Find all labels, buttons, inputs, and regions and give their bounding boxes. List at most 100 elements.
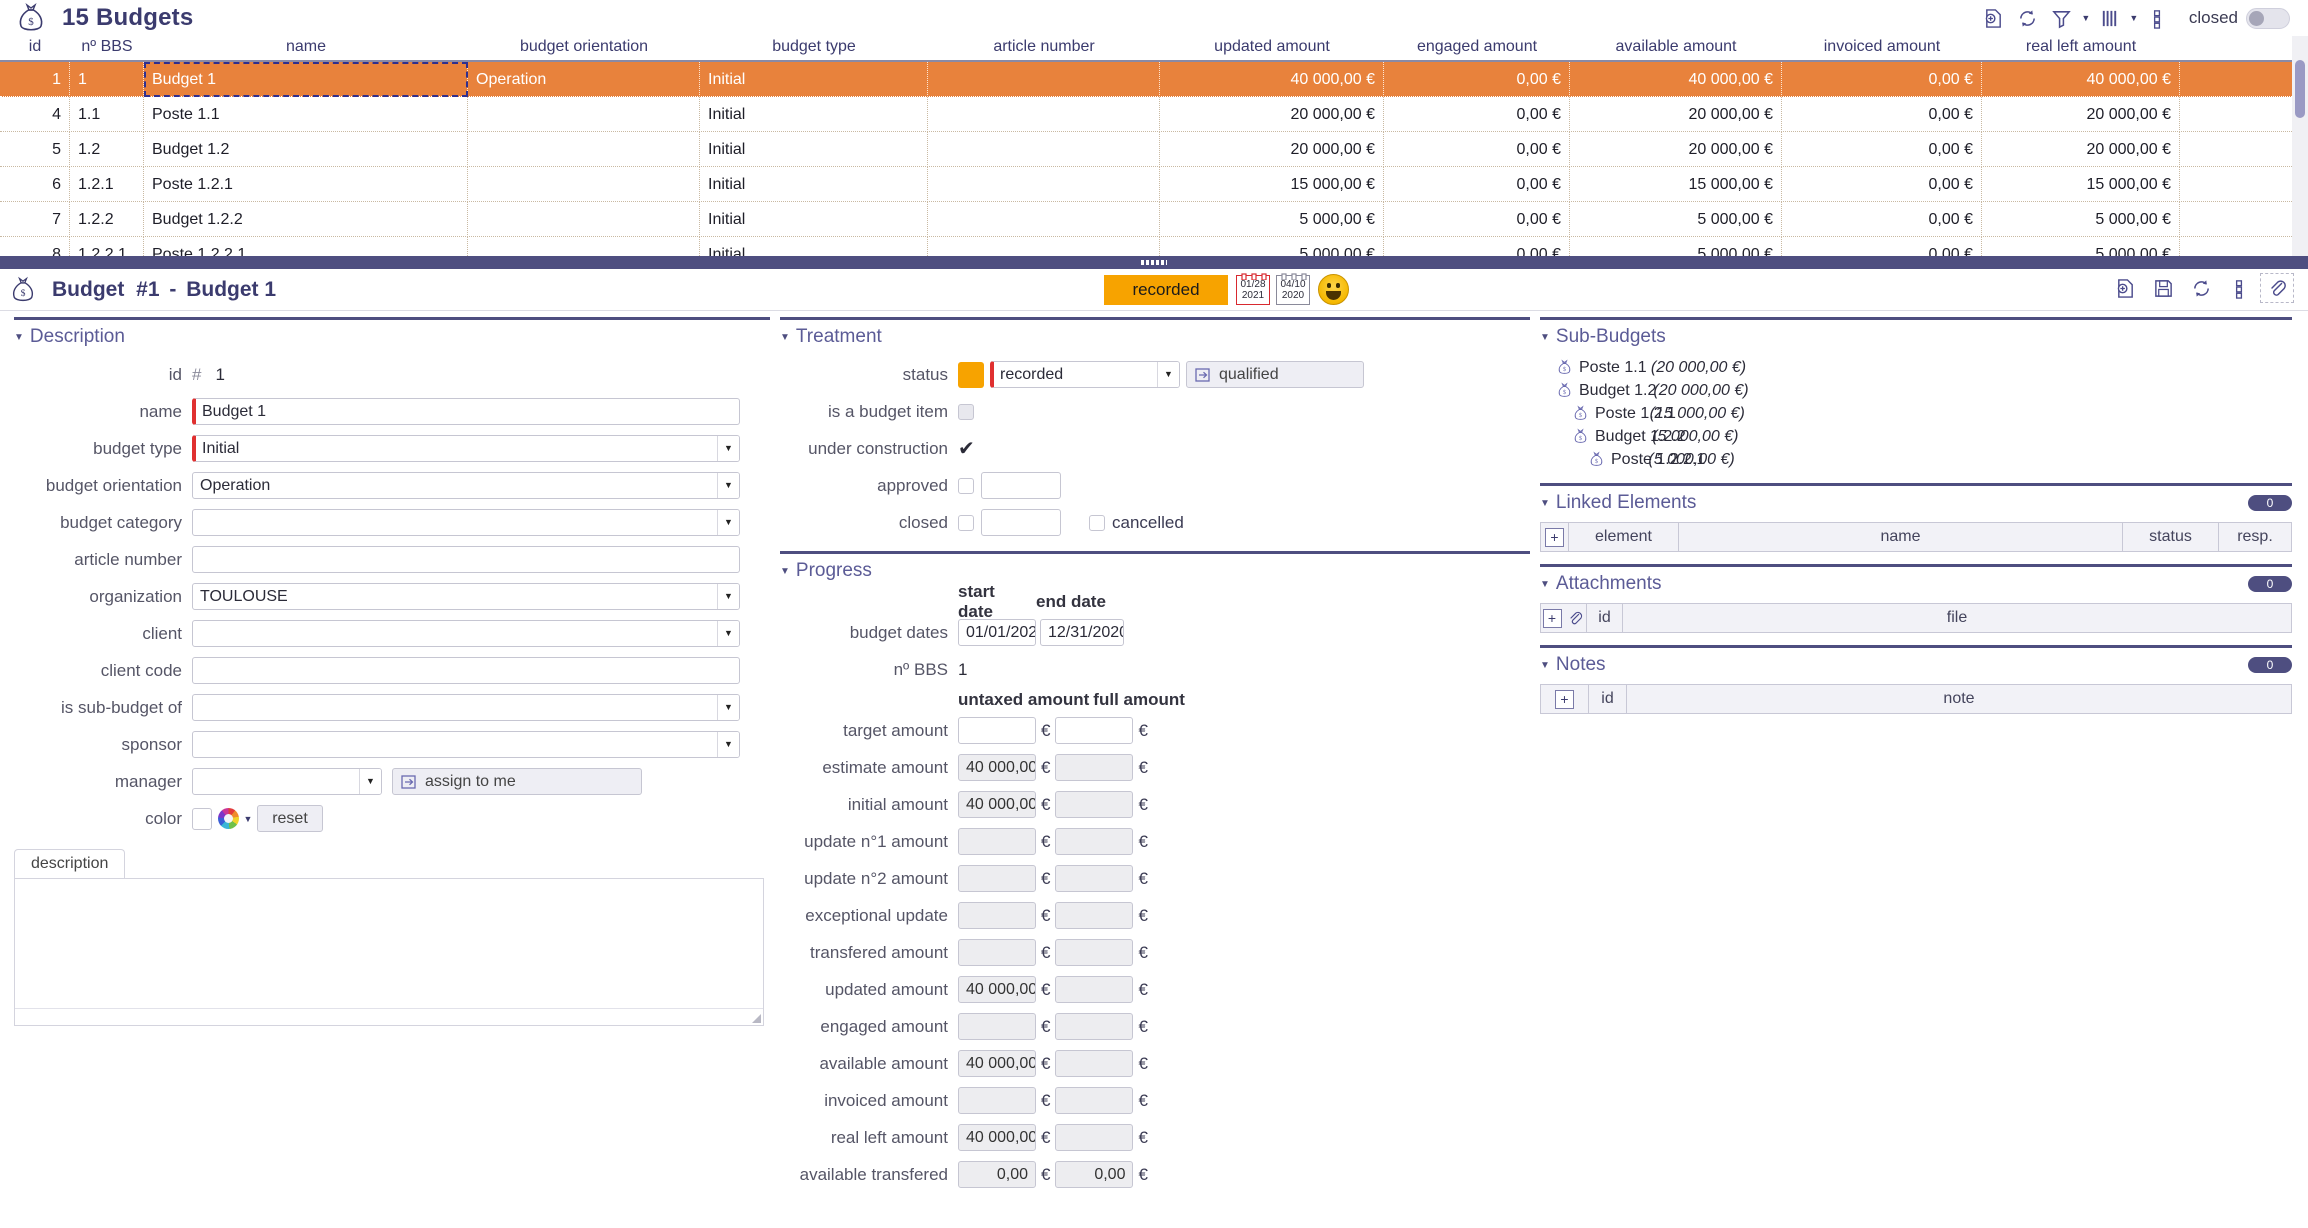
untaxed-amount-input[interactable]: 0,00: [958, 1161, 1036, 1188]
table-cell-orientation[interactable]: [468, 167, 700, 202]
is-budget-item-checkbox[interactable]: [958, 404, 974, 420]
grid-column-header[interactable]: budget type: [700, 36, 928, 58]
description-textarea[interactable]: [14, 878, 764, 1026]
sub-budget-item[interactable]: $Budget 1.2.2(5 000,00 €): [1572, 425, 2292, 448]
table-cell-id[interactable]: 8: [0, 237, 70, 257]
grid-column-header[interactable]: budget orientation: [468, 36, 700, 58]
table-row[interactable]: 11Budget 1OperationInitial40 000,00 €0,0…: [0, 62, 2308, 97]
full-amount-input[interactable]: [1055, 865, 1133, 892]
chevron-down-icon[interactable]: ▼: [717, 621, 739, 646]
table-cell-orientation[interactable]: [468, 202, 700, 237]
table-cell-bbs[interactable]: 1.2.2: [70, 202, 144, 237]
save-icon[interactable]: [2146, 273, 2180, 303]
table-cell-name[interactable]: Poste 1.2.2.1: [144, 237, 468, 257]
organization-select[interactable]: TOULOUSE ▼: [192, 583, 740, 610]
client-select[interactable]: ▼: [192, 620, 740, 647]
table-cell-orientation[interactable]: Operation: [468, 62, 700, 97]
table-cell-name[interactable]: Poste 1.1: [144, 97, 468, 132]
progress-panel-header[interactable]: ▼ Progress: [780, 560, 1530, 582]
client-code-input[interactable]: [192, 657, 740, 684]
table-cell-bbs[interactable]: 1: [70, 62, 144, 97]
table-cell-name[interactable]: Budget 1: [144, 62, 468, 97]
table-cell-available[interactable]: 20 000,00 €: [1570, 97, 1782, 132]
untaxed-amount-input[interactable]: [958, 828, 1036, 855]
budget-category-select[interactable]: ▼: [192, 509, 740, 536]
manager-select[interactable]: ▼: [192, 768, 382, 795]
chevron-down-icon[interactable]: ▼: [717, 436, 739, 461]
table-cell-available[interactable]: 15 000,00 €: [1570, 167, 1782, 202]
status-color-swatch[interactable]: [958, 362, 984, 388]
full-amount-input[interactable]: [1055, 1087, 1133, 1114]
sub-budget-name[interactable]: Budget 1.2: [1579, 382, 1656, 400]
table-cell-bbs[interactable]: 1.2.2.1: [70, 237, 144, 257]
sub-budget-item[interactable]: $Poste 1.1(20 000,00 €): [1556, 356, 2292, 379]
table-cell-article[interactable]: [928, 237, 1160, 257]
table-cell-orientation[interactable]: [468, 237, 700, 257]
sub-budget-name[interactable]: Poste 1.1: [1579, 359, 1647, 377]
attachments-panel-header[interactable]: ▼ Attachments 0: [1540, 573, 2292, 595]
table-cell-available[interactable]: 5 000,00 €: [1570, 202, 1782, 237]
table-cell-real_left[interactable]: 20 000,00 €: [1982, 97, 2180, 132]
untaxed-amount-input[interactable]: [958, 717, 1036, 744]
splitter-grip[interactable]: [1141, 260, 1167, 265]
table-cell-engaged[interactable]: 0,00 €: [1384, 97, 1570, 132]
new-record-icon[interactable]: [2108, 273, 2142, 303]
table-cell-id[interactable]: 5: [0, 132, 70, 167]
table-cell-updated[interactable]: 15 000,00 €: [1160, 167, 1384, 202]
color-reset-button[interactable]: reset: [257, 805, 323, 832]
table-cell-type[interactable]: Initial: [700, 62, 928, 97]
table-cell-available[interactable]: 5 000,00 €: [1570, 237, 1782, 257]
date-badge-modified[interactable]: 01/28 2021: [1236, 275, 1270, 305]
table-cell-invoiced[interactable]: 0,00 €: [1782, 237, 1982, 257]
under-construction-checkmark-icon[interactable]: ✔: [958, 441, 975, 457]
table-cell-invoiced[interactable]: 0,00 €: [1782, 97, 1982, 132]
paperclip-icon[interactable]: [2260, 273, 2294, 303]
table-cell-id[interactable]: 7: [0, 202, 70, 237]
table-cell-available[interactable]: 40 000,00 €: [1570, 62, 1782, 97]
table-cell-type[interactable]: Initial: [700, 237, 928, 257]
budget-type-select[interactable]: Initial ▼: [192, 435, 740, 462]
untaxed-amount-input[interactable]: 40 000,00: [958, 791, 1036, 818]
approved-date-input[interactable]: [981, 472, 1061, 499]
notes-panel-header[interactable]: ▼ Notes 0: [1540, 654, 2292, 676]
qualified-button[interactable]: qualified: [1186, 361, 1364, 388]
start-date-input[interactable]: 01/01/2020: [958, 619, 1036, 646]
plus-icon[interactable]: +: [1555, 690, 1574, 709]
table-cell-bbs[interactable]: 1.1: [70, 97, 144, 132]
table-cell-real_left[interactable]: 20 000,00 €: [1982, 132, 2180, 167]
table-cell-engaged[interactable]: 0,00 €: [1384, 132, 1570, 167]
assign-to-me-button[interactable]: assign to me: [392, 768, 642, 795]
color-dropdown-chevron-icon[interactable]: ▼: [239, 804, 257, 834]
table-cell-id[interactable]: 1: [0, 62, 70, 97]
chevron-down-icon[interactable]: ▼: [1157, 362, 1179, 387]
table-row[interactable]: 81.2.2.1Poste 1.2.2.1Initial5 000,00 €0,…: [0, 237, 2308, 256]
sponsor-select[interactable]: ▼: [192, 731, 740, 758]
table-cell-real_left[interactable]: 5 000,00 €: [1982, 202, 2180, 237]
date-badge-created[interactable]: 04/10 2020: [1276, 275, 1310, 305]
filter-icon[interactable]: [2045, 3, 2079, 33]
grid-column-header[interactable]: name: [144, 36, 468, 58]
grid-column-header[interactable]: engaged amount: [1384, 36, 1570, 58]
status-select[interactable]: recorded ▼: [990, 361, 1180, 388]
untaxed-amount-input[interactable]: [958, 865, 1036, 892]
untaxed-amount-input[interactable]: [958, 939, 1036, 966]
untaxed-amount-input[interactable]: [958, 902, 1036, 929]
table-cell-updated[interactable]: 5 000,00 €: [1160, 237, 1384, 257]
table-cell-article[interactable]: [928, 132, 1160, 167]
tab-description[interactable]: description: [14, 849, 125, 878]
table-cell-orientation[interactable]: [468, 132, 700, 167]
untaxed-amount-input[interactable]: [958, 1087, 1036, 1114]
full-amount-input[interactable]: [1055, 1013, 1133, 1040]
table-cell-type[interactable]: Initial: [700, 202, 928, 237]
table-cell-article[interactable]: [928, 97, 1160, 132]
table-cell-available[interactable]: 20 000,00 €: [1570, 132, 1782, 167]
sub-budget-item[interactable]: $Budget 1.2(20 000,00 €): [1556, 379, 2292, 402]
table-cell-article[interactable]: [928, 62, 1160, 97]
sub-budget-item[interactable]: $Poste 1.2.1(15 000,00 €): [1572, 402, 2292, 425]
chevron-down-icon[interactable]: ▼: [717, 473, 739, 498]
untaxed-amount-input[interactable]: 40 000,00: [958, 754, 1036, 781]
closed-date-input[interactable]: [981, 509, 1061, 536]
chevron-down-icon[interactable]: ▼: [717, 510, 739, 535]
table-cell-orientation[interactable]: [468, 97, 700, 132]
columns-dropdown-chevron-icon[interactable]: ▼: [2127, 3, 2141, 33]
